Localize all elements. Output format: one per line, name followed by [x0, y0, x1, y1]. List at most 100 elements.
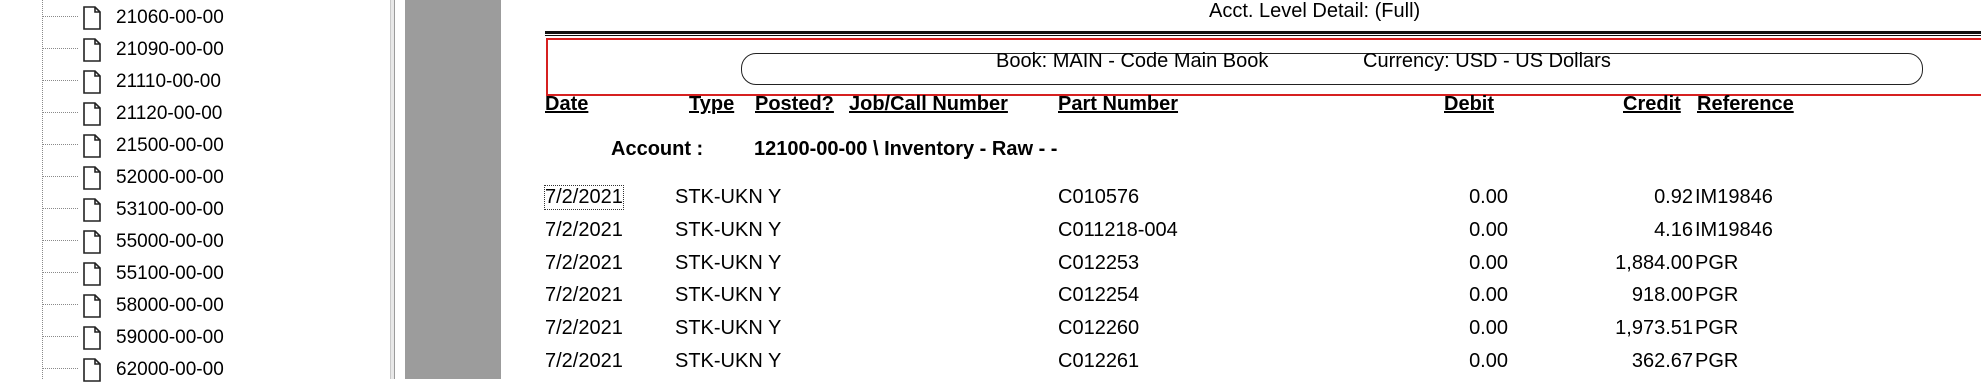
document-icon	[83, 358, 101, 382]
row-type: STK-UKN	[675, 251, 763, 274]
header-rule-thin	[545, 35, 1981, 36]
column-header-type: Type	[689, 93, 735, 115]
row-type: STK-UKN	[675, 350, 763, 372]
tree-item[interactable]: 55100-00-00	[42, 258, 342, 290]
document-icon	[83, 326, 101, 350]
row-debit: 0.00	[1469, 284, 1508, 307]
tree-item[interactable]: 21110-00-00	[42, 66, 342, 98]
account-label: Account :	[611, 138, 704, 160]
row-credit: 4.16	[1654, 218, 1693, 241]
tree-item-label: 53100-00-00	[116, 199, 224, 220]
document-icon	[83, 6, 101, 30]
row-date: 7/2/2021	[545, 251, 623, 274]
column-header-posted: Posted?	[755, 93, 834, 115]
row-debit: 0.00	[1469, 350, 1508, 372]
column-header-debit: Debit	[1444, 93, 1494, 115]
table-row[interactable]: 7/2/2021 STK-UKN Y C010576 0.00 0.92 IM19846	[501, 185, 1981, 217]
table-row[interactable]: 7/2/2021 STK-UKN Y C012260 0.00 1,973.51 PGR	[501, 317, 1981, 348]
row-credit: 0.92	[1654, 186, 1693, 208]
document-icon	[83, 134, 101, 158]
tree-item-label: 21090-00-00	[116, 39, 224, 60]
document-icon	[83, 166, 101, 190]
tree-item-label: 55000-00-00	[116, 231, 224, 252]
tree-item-label: 52000-00-00	[116, 167, 224, 188]
column-header-date: Date	[545, 93, 589, 115]
row-date: 7/2/2021	[545, 350, 623, 372]
panel-splitter[interactable]	[390, 0, 395, 379]
tree-item[interactable]: 21090-00-00	[42, 34, 342, 66]
tree-branch-line	[42, 272, 78, 273]
account-value: 12100-00-00 \ Inventory - Raw - -	[754, 138, 1058, 160]
row-posted: Y	[768, 251, 782, 274]
tree-item[interactable]: 52000-00-00	[42, 162, 342, 194]
document-icon	[83, 294, 101, 318]
tree-item[interactable]: 21500-00-00	[42, 130, 342, 162]
row-debit: 0.00	[1469, 186, 1508, 208]
row-posted: Y	[768, 186, 782, 208]
row-credit: 918.00	[1631, 284, 1693, 307]
tree-item[interactable]: 55000-00-00	[42, 226, 342, 258]
tree-branch-line	[42, 304, 78, 305]
tree-item-label: 21110-00-00	[116, 71, 221, 92]
row-part-number: C012260	[1058, 317, 1140, 340]
row-credit: 362.67	[1631, 350, 1693, 372]
column-header-credit: Credit	[1623, 93, 1681, 115]
tree-item[interactable]: 21120-00-00	[42, 98, 342, 130]
tree-branch-line	[42, 80, 78, 81]
tree-branch-line	[42, 112, 78, 113]
tree-branch-line	[42, 144, 78, 145]
tree-branch-line	[42, 240, 78, 241]
document-icon	[83, 230, 101, 254]
table-row[interactable]: 7/2/2021 STK-UKN Y C012253 0.00 1,884.00 PGR	[501, 252, 1981, 283]
tree-branch-line	[42, 336, 78, 337]
row-reference: PGR	[1695, 317, 1739, 340]
tree-item-label: 58000-00-00	[116, 295, 224, 316]
document-icon	[83, 38, 101, 62]
report-margin	[405, 0, 501, 379]
header-rule-thick	[545, 31, 1981, 34]
row-type: STK-UKN	[675, 186, 763, 208]
row-debit: 0.00	[1469, 251, 1508, 274]
tree-item-label: 21120-00-00	[116, 103, 223, 124]
tree-item[interactable]: 62000-00-00	[42, 354, 342, 386]
book-info-pill	[741, 53, 1923, 85]
row-credit: 1,973.51	[1615, 317, 1693, 340]
row-part-number: C010576	[1058, 186, 1140, 208]
row-part-number: C011218-004	[1058, 218, 1178, 241]
row-posted: Y	[768, 350, 782, 372]
row-part-number: C012254	[1058, 284, 1140, 307]
row-part-number: C012261	[1058, 350, 1140, 372]
tree-item-label: 21060-00-00	[116, 7, 224, 28]
tree-branch-line	[42, 368, 78, 369]
document-icon	[83, 198, 101, 222]
row-debit: 0.00	[1469, 317, 1508, 340]
table-row[interactable]: 7/2/2021 STK-UKN Y C011218-004 0.00 4.16 IM198…	[501, 219, 1981, 250]
row-posted: Y	[768, 317, 782, 340]
tree-item[interactable]: 59000-00-00	[42, 322, 342, 354]
tree-branch-line	[42, 48, 78, 49]
row-type: STK-UKN	[675, 218, 763, 241]
row-date: 7/2/2021	[545, 218, 623, 241]
book-label: Book: MAIN - Code Main Book	[996, 50, 1269, 72]
row-posted: Y	[768, 218, 782, 241]
row-reference: PGR	[1695, 350, 1739, 372]
tree-item[interactable]: 58000-00-00	[42, 290, 342, 322]
row-reference: PGR	[1695, 251, 1739, 274]
table-row[interactable]: 7/2/2021 STK-UKN Y C012254 0.00 918.00 PGR	[501, 284, 1981, 315]
tree-branch-line	[42, 16, 78, 17]
row-reference: PGR	[1695, 284, 1739, 307]
row-reference: IM19846	[1695, 218, 1773, 241]
column-header-part-number: Part Number	[1058, 93, 1179, 115]
table-row[interactable]: 7/2/2021 STK-UKN Y C012261 0.00 362.67 PGR	[501, 350, 1981, 381]
tree-item[interactable]: 21060-00-00	[42, 2, 342, 34]
tree-item[interactable]: 53100-00-00	[42, 194, 342, 226]
document-icon	[83, 70, 101, 94]
tree-branch-line	[42, 176, 78, 177]
row-reference: IM19846	[1695, 186, 1773, 208]
tree-item-label: 62000-00-00	[116, 359, 224, 380]
row-posted: Y	[768, 284, 782, 307]
tree-item-label: 55100-00-00	[116, 263, 224, 284]
row-credit: 1,884.00	[1615, 251, 1693, 274]
row-type: STK-UKN	[675, 284, 763, 307]
document-icon	[83, 102, 101, 126]
